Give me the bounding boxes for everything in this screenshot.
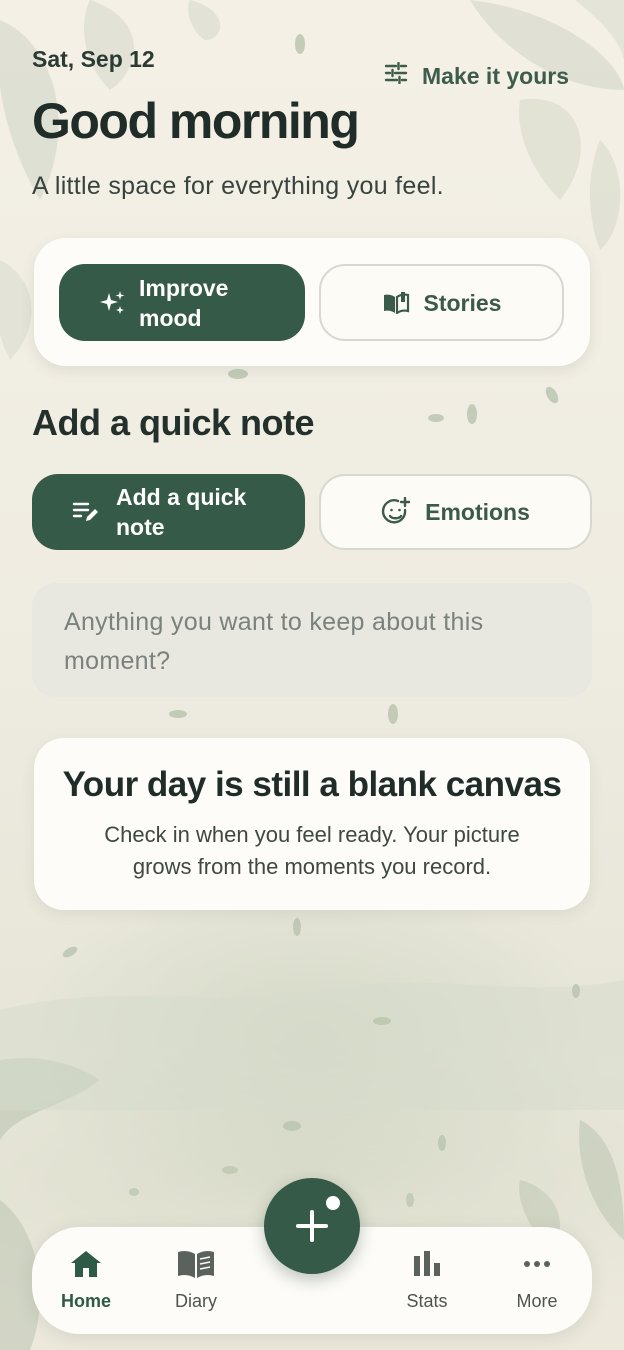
quick-note-input[interactable]: Anything you want to keep about this mom… <box>32 583 592 697</box>
home-icon <box>69 1247 103 1281</box>
nav-item-home[interactable]: Home <box>41 1247 131 1312</box>
add-quick-note-button[interactable]: Add a quick note <box>32 474 305 550</box>
emotions-label: Emotions <box>425 499 530 525</box>
date-label: Sat, Sep 12 <box>32 46 155 72</box>
customize-label: Make it yours <box>422 62 569 89</box>
quick-note-heading: Add a quick note <box>32 402 315 443</box>
new-entry-fab[interactable] <box>264 1178 360 1274</box>
sparkle-icon <box>99 289 127 317</box>
nav-label-stats: Stats <box>406 1291 448 1311</box>
add-emoji-icon <box>381 497 411 527</box>
empty-state-title: Your day is still a blank canvas <box>62 765 562 804</box>
emotions-button[interactable]: Emotions <box>319 474 592 550</box>
page-title: Good morning <box>32 93 360 149</box>
nav-label-diary: Diary <box>174 1291 217 1311</box>
improve-mood-label: Improve mood <box>139 274 229 331</box>
empty-state-card: Your day is still a blank canvas Check i… <box>34 738 590 910</box>
top-actions-card: Improve mood Stories <box>34 238 590 366</box>
more-horiz-icon <box>523 1247 551 1281</box>
page-subtitle: A little space for everything you feel. <box>32 172 444 200</box>
nav-label-home: Home <box>60 1291 111 1311</box>
stories-label: Stories <box>423 289 502 316</box>
customize-button[interactable]: Make it yours <box>384 61 569 90</box>
nav-item-more[interactable]: More <box>492 1247 582 1312</box>
stories-button[interactable]: Stories <box>319 264 564 341</box>
edit-note-icon <box>72 499 100 525</box>
bar-chart-icon <box>413 1247 441 1281</box>
tune-icon <box>384 61 408 90</box>
book-icon <box>177 1247 215 1281</box>
improve-mood-button[interactable]: Improve mood <box>59 264 305 341</box>
nav-item-diary[interactable]: Diary <box>151 1247 241 1312</box>
nav-label-more: More <box>516 1291 558 1311</box>
notification-dot <box>326 1196 340 1210</box>
open-book-icon <box>382 291 410 314</box>
empty-state-message: Check in when you feel ready. Your pictu… <box>104 822 520 879</box>
nav-item-stats[interactable]: Stats <box>382 1247 472 1312</box>
plus-icon <box>295 1209 329 1243</box>
add-quick-note-label: Add a quick note <box>116 484 247 540</box>
